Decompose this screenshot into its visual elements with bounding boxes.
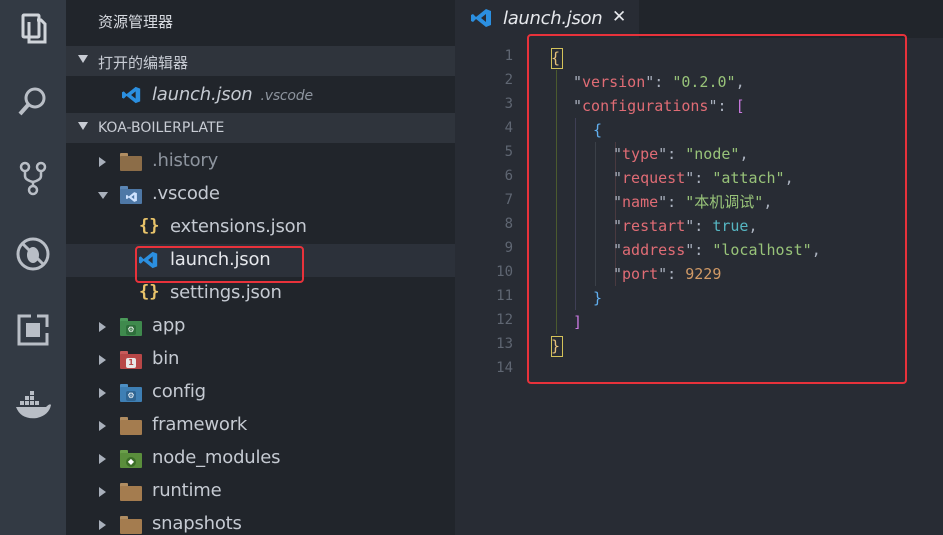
project-label: KOA-BOILERPLATE	[98, 120, 225, 136]
chevron-right-icon	[99, 487, 106, 497]
chevron-right-icon	[99, 355, 106, 365]
open-editor-folder: .vscode	[260, 88, 313, 104]
tree-item-label: bin	[152, 348, 180, 369]
line-number: 6	[504, 168, 513, 184]
tree-item-bin[interactable]: 1 bin	[66, 343, 455, 376]
tree-item-label: .history	[152, 150, 219, 171]
editor-area: launch.json ✕ 1 2 3 4 5 6 7 8 9 10 11 12 13 14 {"vers…	[455, 0, 943, 535]
line-number: 3	[504, 96, 513, 112]
debug-icon[interactable]	[11, 232, 55, 276]
chevron-down-icon	[78, 122, 88, 130]
open-editor-filename: launch.json .vscode	[152, 84, 313, 105]
tree-item-extensions-json[interactable]: {} extensions.json	[66, 211, 455, 244]
tree-item-history[interactable]: .history	[66, 145, 455, 178]
tree-item-label: node_modules	[152, 447, 281, 468]
node-folder-icon: ◆	[120, 450, 142, 468]
activity-bar	[0, 0, 66, 535]
tree-item-node-modules[interactable]: ◆ node_modules	[66, 442, 455, 475]
line-number: 7	[504, 192, 513, 208]
line-number: 10	[496, 264, 513, 280]
folder-icon	[120, 417, 142, 435]
extensions-icon[interactable]	[11, 308, 55, 352]
vscode-file-icon	[471, 9, 491, 27]
close-icon[interactable]: ✕	[612, 7, 626, 27]
config-folder-icon: ⚙	[120, 384, 142, 402]
tab-launch-json[interactable]: launch.json ✕	[455, 0, 639, 38]
line-number: 8	[504, 216, 513, 232]
chevron-right-icon	[99, 520, 106, 530]
tree-item-label: extensions.json	[170, 216, 307, 237]
docker-icon[interactable]	[11, 384, 55, 428]
editor-tabbar: launch.json ✕	[455, 0, 943, 38]
vscode-folder-icon	[120, 186, 142, 204]
tree-item-snapshots[interactable]: snapshots	[66, 508, 455, 535]
vscode-file-icon	[122, 86, 141, 104]
chevron-right-icon	[99, 454, 106, 464]
tree-item-app[interactable]: ⚙ app	[66, 310, 455, 343]
line-number: 1	[504, 48, 513, 64]
line-number: 12	[496, 312, 513, 328]
json-file-icon: {}	[139, 282, 160, 302]
line-number: 11	[496, 288, 513, 304]
tree-item-label: runtime	[152, 480, 222, 501]
chevron-right-icon	[99, 157, 106, 167]
json-file-icon: {}	[139, 216, 160, 236]
line-number: 9	[504, 240, 513, 256]
app-folder-icon: ⚙	[120, 318, 142, 336]
folder-icon	[120, 153, 142, 171]
line-number: 2	[504, 72, 513, 88]
bin-folder-icon: 1	[120, 351, 142, 369]
open-editors-label: 打开的编辑器	[98, 54, 189, 72]
project-header[interactable]: KOA-BOILERPLATE	[66, 113, 455, 143]
sidebar-title: 资源管理器	[98, 13, 174, 31]
files-icon[interactable]	[11, 8, 55, 52]
line-number: 13	[496, 336, 513, 352]
open-editor-name: launch.json	[152, 84, 253, 105]
folder-icon	[120, 516, 142, 534]
tab-label: launch.json	[503, 8, 603, 29]
open-editors-header[interactable]: 打开的编辑器	[66, 46, 455, 76]
line-number: 4	[504, 120, 513, 136]
tree-item-vscode[interactable]: .vscode	[66, 178, 455, 211]
tree-item-label: .vscode	[152, 183, 220, 204]
tree-item-label: config	[152, 381, 206, 402]
open-editor-item[interactable]: launch.json .vscode	[66, 79, 455, 112]
folder-icon	[120, 483, 142, 501]
chevron-right-icon	[99, 421, 106, 431]
chevron-down-icon	[98, 192, 108, 199]
tree-item-label: app	[152, 315, 186, 336]
tree-item-label: settings.json	[170, 282, 282, 303]
source-control-icon[interactable]	[11, 156, 55, 200]
search-icon[interactable]	[11, 80, 55, 124]
line-number: 14	[496, 360, 513, 376]
highlight-box	[527, 34, 907, 384]
chevron-right-icon	[99, 388, 106, 398]
tree-item-framework[interactable]: framework	[66, 409, 455, 442]
line-number: 5	[504, 144, 513, 160]
chevron-down-icon	[78, 55, 88, 63]
explorer-sidebar: 资源管理器 打开的编辑器 launch.json .vscode KOA-BOIL…	[66, 0, 455, 535]
tree-item-config[interactable]: ⚙ config	[66, 376, 455, 409]
tree-item-label: snapshots	[152, 513, 242, 534]
chevron-right-icon	[99, 322, 106, 332]
tree-item-runtime[interactable]: runtime	[66, 475, 455, 508]
highlight-box	[135, 246, 304, 283]
tree-item-label: framework	[152, 414, 248, 435]
